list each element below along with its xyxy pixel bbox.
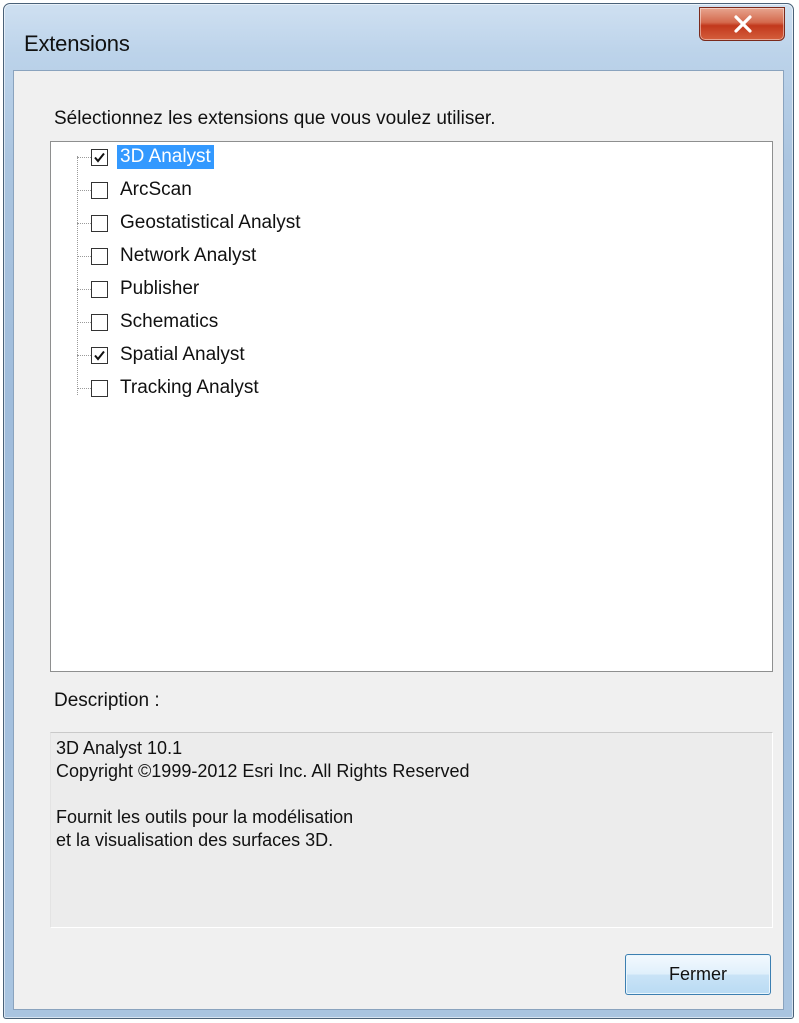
tree-connector [77, 223, 91, 224]
extension-label: Tracking Analyst [120, 377, 259, 398]
checkmark-icon [94, 152, 105, 163]
dialog-body: Sélectionnez les extensions que vous vou… [13, 70, 784, 1010]
tree-connector [77, 157, 91, 158]
close-dialog-button[interactable]: Fermer [625, 954, 771, 995]
tree-connector [77, 256, 91, 257]
tree-connector [77, 289, 91, 290]
extension-label: Geostatistical Analyst [120, 212, 301, 233]
extension-checkbox[interactable] [91, 182, 108, 199]
description-line [56, 783, 767, 806]
extension-item-3d-analyst[interactable]: 3D Analyst [77, 142, 677, 175]
extension-checkbox[interactable] [91, 347, 108, 364]
description-line: et la visualisation des surfaces 3D. [56, 830, 334, 850]
description-line: 3D Analyst 10.1 [56, 738, 183, 758]
tree-connector [77, 322, 91, 323]
window-title: Extensions [24, 31, 130, 56]
extension-checkbox[interactable] [91, 149, 108, 166]
description-line: Copyright ©1999-2012 Esri Inc. All Right… [56, 761, 470, 781]
extension-item-schematics[interactable]: Schematics [77, 307, 677, 340]
extension-item-geostatistical-analyst[interactable]: Geostatistical Analyst [77, 208, 677, 241]
extension-checkbox[interactable] [91, 248, 108, 265]
close-button[interactable] [699, 7, 785, 41]
extension-checkbox[interactable] [91, 215, 108, 232]
extension-item-publisher[interactable]: Publisher [77, 274, 677, 307]
description-line: Fournit les outils pour la modélisation [56, 807, 354, 827]
extension-label: Spatial Analyst [120, 344, 245, 365]
checkmark-icon [94, 350, 105, 361]
tree-connector [77, 388, 91, 389]
extension-item-tracking-analyst[interactable]: Tracking Analyst [77, 373, 677, 406]
extension-label: 3D Analyst [117, 145, 214, 169]
extension-label: ArcScan [120, 179, 192, 200]
instruction-text: Sélectionnez les extensions que vous vou… [54, 108, 496, 129]
extension-item-spatial-analyst[interactable]: Spatial Analyst [77, 340, 677, 373]
extension-item-network-analyst[interactable]: Network Analyst [77, 241, 677, 274]
extension-checkbox[interactable] [91, 281, 108, 298]
close-icon [734, 15, 752, 33]
description-box: 3D Analyst 10.1 Copyright ©1999-2012 Esr… [50, 732, 773, 928]
extensions-dialog: Extensions Sélectionnez les extensions q… [3, 3, 794, 1019]
extension-label: Publisher [120, 278, 200, 299]
extension-checkbox[interactable] [91, 314, 108, 331]
tree-connector [77, 190, 91, 191]
extensions-list[interactable]: 3D Analyst ArcScan Geostatistical Analys… [50, 141, 773, 672]
extension-checkbox[interactable] [91, 380, 108, 397]
description-label: Description : [54, 690, 160, 711]
extension-label: Schematics [120, 311, 219, 332]
extension-item-arcscan[interactable]: ArcScan [77, 175, 677, 208]
extension-label: Network Analyst [120, 245, 257, 266]
tree-connector [77, 355, 91, 356]
